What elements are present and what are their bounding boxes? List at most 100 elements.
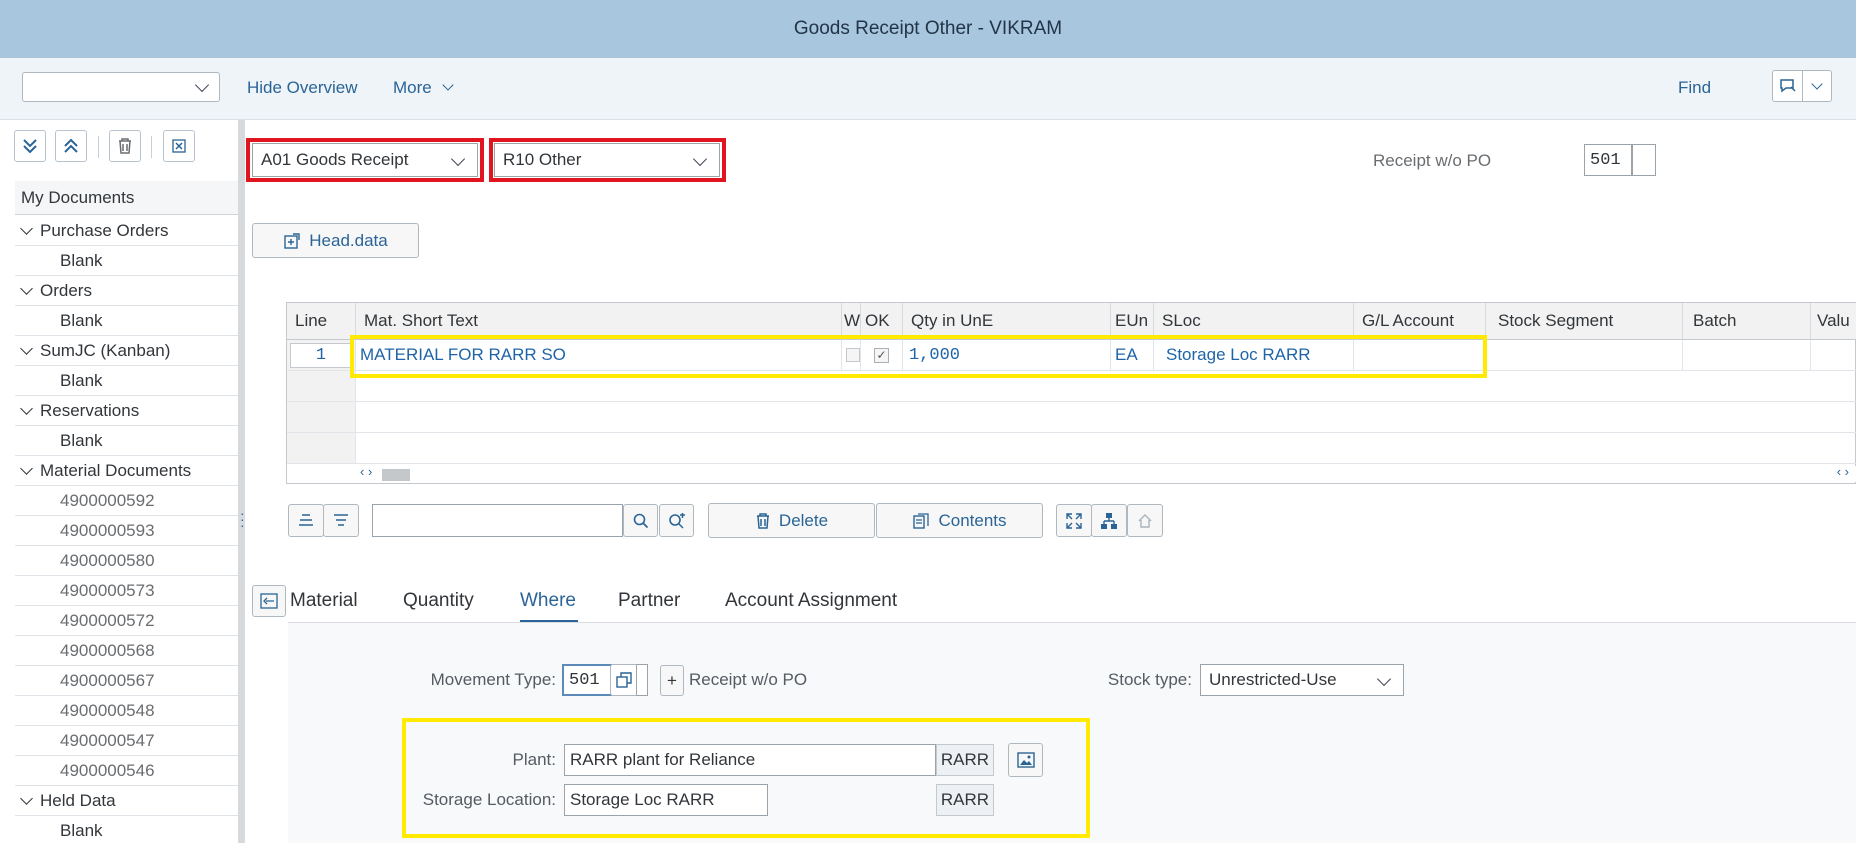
tree-document[interactable]: 4900000567 — [15, 666, 239, 696]
fullscreen-button[interactable] — [1056, 504, 1092, 537]
search-icon — [633, 513, 648, 528]
tree-label: 4900000546 — [60, 760, 155, 780]
delete-button[interactable]: Delete — [708, 503, 875, 538]
tree-item[interactable]: Blank — [15, 816, 239, 843]
panel-splitter[interactable]: · · · — [238, 120, 245, 843]
hierarchy-button[interactable] — [1091, 504, 1127, 537]
tree-label: 4900000592 — [60, 490, 155, 510]
empty-row-line-cell — [287, 433, 356, 464]
column-header-stock-segment[interactable]: Stock Segment — [1486, 303, 1683, 340]
empty-row-line-cell — [287, 402, 356, 433]
tree-document[interactable]: 4900000572 — [15, 606, 239, 636]
search-next-button[interactable] — [659, 504, 694, 537]
tree-label: 4900000567 — [60, 670, 155, 690]
home-button[interactable] — [1127, 504, 1163, 537]
tree-folder[interactable]: Material Documents — [15, 456, 239, 486]
expand-arrow-icon[interactable] — [20, 402, 33, 415]
tree-folder[interactable]: Reservations — [15, 396, 239, 426]
tree-label: SumJC (Kanban) — [40, 340, 171, 360]
column-header-batch[interactable]: Batch — [1683, 303, 1811, 340]
search-button[interactable] — [623, 504, 658, 537]
stock-type-label: Stock type: — [1107, 670, 1192, 689]
highlight-transaction — [246, 138, 484, 182]
movement-type-label: Receipt w/o PO — [1373, 151, 1492, 170]
tab-material[interactable]: Material — [290, 590, 358, 612]
tree-document[interactable]: 4900000593 — [15, 516, 239, 546]
contents-button[interactable]: Contents — [876, 503, 1043, 538]
batch-cell[interactable] — [1683, 340, 1811, 371]
column-header-line[interactable]: Line — [287, 303, 356, 340]
close-overview-button[interactable] — [163, 130, 195, 162]
chevron-down-icon — [1376, 671, 1392, 687]
scroll-left-icon[interactable]: ‹ › — [360, 464, 372, 479]
head-data-button[interactable]: Head.data — [252, 223, 419, 258]
horizontal-scrollbar[interactable]: ‹ › ‹ › — [356, 464, 1856, 482]
tree-document[interactable]: 4900000580 — [15, 546, 239, 576]
chevron-down-icon — [194, 77, 210, 93]
delete-document-button[interactable] — [109, 130, 141, 162]
align-top-button[interactable] — [288, 504, 324, 537]
movement-type-plus-button[interactable]: + — [660, 665, 684, 696]
empty-row — [356, 402, 1856, 433]
tree-folder[interactable]: Purchase Orders — [15, 216, 239, 246]
my-documents-header: My Documents — [15, 181, 239, 215]
copy-icon — [616, 672, 632, 688]
tree-document[interactable]: 4900000592 — [15, 486, 239, 516]
command-field-dropdown[interactable] — [22, 72, 220, 102]
tree-item[interactable]: Blank — [15, 366, 239, 396]
expand-arrow-icon[interactable] — [20, 342, 33, 355]
chevron-down-icon — [1811, 78, 1823, 90]
tab-where[interactable]: Where — [520, 590, 576, 612]
find-button[interactable]: Find — [1678, 78, 1711, 98]
tab-quantity[interactable]: Quantity — [403, 590, 474, 612]
tree-folder[interactable]: Orders — [15, 276, 239, 306]
tree-label: Held Data — [40, 790, 116, 810]
expand-all-button[interactable] — [14, 130, 46, 162]
highlight-item-row — [350, 335, 1487, 378]
tree-item[interactable]: Blank — [15, 426, 239, 456]
contents-label: Contents — [938, 510, 1007, 530]
tree-item[interactable]: Blank — [15, 246, 239, 276]
scrollbar-thumb[interactable] — [382, 469, 410, 481]
scroll-right-icon[interactable]: ‹ › — [1837, 464, 1849, 479]
tree-document[interactable]: 4900000546 — [15, 756, 239, 786]
stock-segment-cell[interactable] — [1486, 340, 1683, 371]
expand-arrow-icon[interactable] — [20, 222, 33, 235]
movement-type-valuehelp-button[interactable] — [610, 664, 638, 696]
grid-search-input[interactable] — [372, 504, 623, 537]
tree-folder[interactable]: SumJC (Kanban) — [15, 336, 239, 366]
expand-arrow-icon[interactable] — [20, 282, 33, 295]
highlight-reference — [489, 138, 726, 182]
expand-arrow-icon[interactable] — [20, 462, 33, 475]
tree-label: 4900000547 — [60, 730, 155, 750]
column-header-value[interactable]: Valu — [1811, 303, 1856, 340]
double-chevron-up-icon — [64, 138, 78, 153]
stock-type-select[interactable]: Unrestricted-Use — [1200, 664, 1404, 696]
tree-folder[interactable]: Held Data — [15, 786, 239, 816]
hide-overview-button[interactable]: Hide Overview — [247, 78, 358, 98]
movement-type-input[interactable]: 501 — [562, 664, 612, 696]
tree-document[interactable]: 4900000573 — [15, 576, 239, 606]
movement-type-field[interactable]: 501 — [1584, 144, 1632, 176]
filter-button[interactable] — [323, 504, 359, 537]
movement-type-extra-field[interactable] — [1632, 144, 1656, 176]
tab-account-assignment[interactable]: Account Assignment — [725, 590, 897, 612]
table-row-line-cell[interactable]: 1 — [287, 340, 356, 371]
empty-row-line-cell — [287, 371, 356, 402]
collapse-all-button[interactable] — [55, 130, 87, 162]
more-menu-button[interactable]: More — [393, 78, 455, 98]
system-menu-button[interactable] — [1772, 70, 1832, 102]
app-toolbar: Hide Overview More Find — [0, 58, 1856, 120]
document-overview-panel: My Documents Purchase Orders Blank Orders B… — [0, 120, 244, 843]
tree-document[interactable]: 4900000547 — [15, 726, 239, 756]
tree-document[interactable]: 4900000548 — [15, 696, 239, 726]
movement-type-extra-input[interactable] — [636, 664, 648, 696]
tab-partner[interactable]: Partner — [618, 590, 680, 612]
value-cell[interactable] — [1811, 340, 1856, 371]
tree-label: 4900000593 — [60, 520, 155, 540]
tree-document[interactable]: 4900000568 — [15, 636, 239, 666]
comment-icon — [1773, 71, 1804, 101]
tree-item[interactable]: Blank — [15, 306, 239, 336]
collapse-detail-button[interactable] — [252, 585, 286, 617]
expand-arrow-icon[interactable] — [20, 792, 33, 805]
